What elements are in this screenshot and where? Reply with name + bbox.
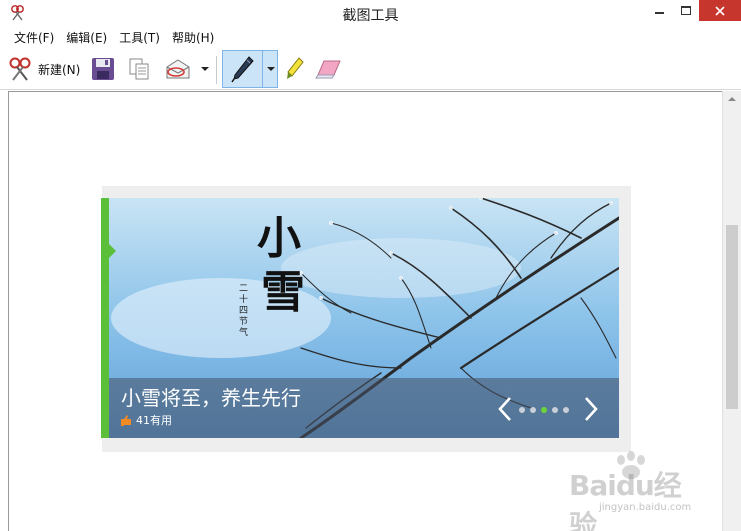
minimize-icon [654, 12, 664, 14]
slide-indicator [519, 407, 574, 413]
pen-button[interactable] [222, 50, 278, 88]
calligraphy-subtitle: 二十四节气 [239, 284, 249, 338]
pen-icon [231, 56, 254, 83]
thumbs-up-icon [121, 414, 131, 426]
send-snip-button[interactable] [160, 53, 196, 85]
calligraphy-xue: 雪 [261, 267, 305, 318]
vertical-scrollbar[interactable] [722, 91, 741, 531]
likes-count: 41有用 [121, 412, 172, 428]
title-bar: 截图工具 [0, 0, 741, 28]
send-dropdown-button[interactable] [198, 53, 212, 85]
menu-bar: 文件(F) 编辑(E) 工具(T) 帮助(H) [0, 28, 741, 48]
copy-icon [129, 58, 149, 80]
green-accent-strip [101, 198, 109, 438]
new-snip-button[interactable]: 新建(N) [8, 53, 84, 85]
save-icon [92, 58, 114, 80]
highlighter-button[interactable] [282, 53, 308, 85]
menu-help[interactable]: 帮助(H) [166, 28, 220, 48]
chevron-down-icon [201, 67, 209, 71]
window-title: 截图工具 [342, 8, 399, 24]
caption-title[interactable]: 小雪将至，养生先行 [121, 382, 301, 411]
scissors-icon [9, 57, 31, 81]
slide-dot[interactable] [541, 407, 547, 413]
send-email-icon [166, 59, 190, 79]
slide-dot[interactable] [519, 407, 525, 413]
eraser-button[interactable] [312, 53, 344, 85]
toolbar: 新建(N) [0, 48, 741, 90]
pen-dropdown-button[interactable] [263, 51, 278, 87]
maximize-icon [681, 6, 691, 15]
watermark-url: jingyan.baidu.com [599, 502, 692, 513]
scroll-thumb[interactable] [726, 225, 738, 409]
close-icon [715, 5, 725, 16]
menu-edit[interactable]: 编辑(E) [60, 28, 113, 48]
eraser-icon [315, 60, 341, 79]
chevron-right-icon[interactable] [583, 396, 599, 422]
baidu-watermark: Baidu经验 jingyan.baidu.com [565, 450, 705, 531]
maximize-button[interactable] [673, 0, 699, 21]
likes-label: 41有用 [136, 414, 172, 427]
slide-dot[interactable] [552, 407, 558, 413]
chevron-left-icon[interactable] [497, 396, 513, 422]
menu-file[interactable]: 文件(F) [8, 28, 60, 48]
new-snip-label: 新建(N) [38, 62, 81, 77]
menu-tools[interactable]: 工具(T) [113, 28, 166, 48]
highlighter-icon [287, 57, 304, 79]
toolbar-separator [216, 56, 217, 84]
watermark-brand: Baidu经验 [569, 469, 682, 531]
slide-dot[interactable] [530, 407, 536, 413]
minimize-button[interactable] [645, 0, 673, 21]
captured-image: 小 雪 二十四节气 小雪将至，养生先行 41有用 [101, 198, 619, 438]
close-button[interactable] [699, 0, 741, 21]
copy-button[interactable] [124, 53, 154, 85]
green-accent-notch [109, 244, 116, 258]
slide-dot[interactable] [563, 407, 569, 413]
chevron-down-icon [266, 67, 275, 71]
save-button[interactable] [88, 53, 118, 85]
scroll-up-icon[interactable] [728, 97, 736, 101]
